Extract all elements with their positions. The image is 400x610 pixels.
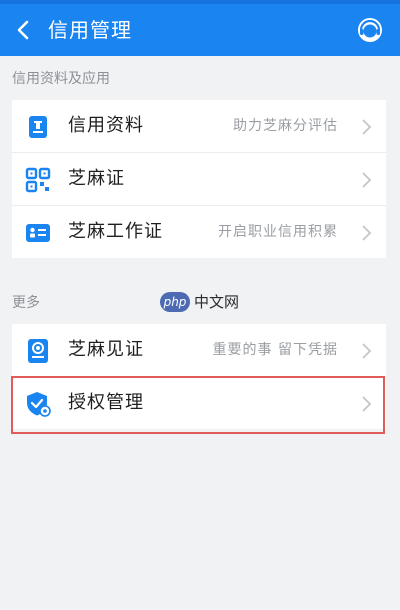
section-label-credit: 信用资料及应用 [12,71,110,87]
list-item-sesame-certificate[interactable]: 芝麻证 [12,153,386,206]
customer-service-button[interactable] [356,16,384,44]
back-button[interactable] [12,16,38,44]
back-arrow-icon [17,20,29,40]
app-header: 信用管理 [0,4,400,56]
page-title: 信用管理 [48,18,132,42]
work-badge-icon [26,224,50,242]
chevron-right-icon [362,396,372,412]
witness-icon [28,339,48,363]
watermark-badge: php [160,292,190,312]
list-item-sesame-witness[interactable]: 芝麻见证 重要的事 留下凭据 [12,324,386,377]
watermark-text: 中文网 [194,293,240,311]
chevron-right-icon [362,225,372,241]
item-label: 授权管理 [68,392,144,413]
item-label: 信用资料 [68,115,144,136]
list-item-work-certificate[interactable]: 芝麻工作证 开启职业信用积累 [12,206,386,258]
list-item-authorization-management[interactable]: 授权管理 [12,377,386,429]
watermark: php 中文网 [160,292,242,314]
shield-check-icon [27,392,51,417]
credit-document-icon [29,116,47,138]
chevron-right-icon [362,119,372,135]
customer-service-icon [358,18,382,42]
section-label-more: 更多 [12,295,40,311]
more-group: 芝麻见证 重要的事 留下凭据 授权管理 [12,324,386,429]
item-label: 芝麻见证 [68,339,144,360]
credit-group: 信用资料 助力芝麻分评估 芝麻证 芝麻工作证 开启职业信用积累 [12,100,386,258]
chevron-right-icon [362,343,372,359]
list-item-credit-data[interactable]: 信用资料 助力芝麻分评估 [12,100,386,153]
item-label: 芝麻工作证 [68,221,163,242]
item-hint: 开启职业信用积累 [218,224,338,240]
item-hint: 助力芝麻分评估 [233,118,338,134]
qr-code-icon [25,167,51,193]
item-hint: 重要的事 留下凭据 [212,342,338,358]
item-label: 芝麻证 [68,168,125,189]
chevron-right-icon [362,172,372,188]
